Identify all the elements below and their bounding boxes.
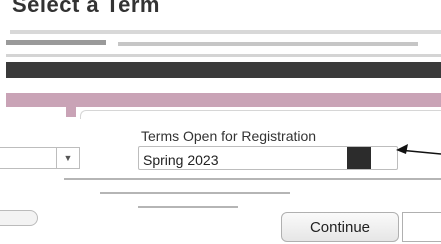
header-underline xyxy=(118,42,418,46)
header-divider xyxy=(10,30,441,34)
registration-page: Select a Term ▼ Terms Open for Registrat… xyxy=(0,0,441,244)
divider xyxy=(100,192,290,194)
secondary-select[interactable]: ▼ xyxy=(0,147,80,169)
continue-button[interactable]: Continue xyxy=(281,212,399,242)
section-banner xyxy=(6,93,441,107)
term-select-handle xyxy=(347,147,371,169)
divider xyxy=(64,178,441,180)
chevron-down-icon: ▼ xyxy=(56,148,79,168)
header-underline xyxy=(6,54,441,57)
navigation-bar xyxy=(6,62,441,78)
header-underline xyxy=(6,40,106,45)
selected-term: Spring 2023 xyxy=(143,152,219,168)
back-pill[interactable] xyxy=(0,210,38,226)
arrow-icon xyxy=(396,144,441,155)
terms-label: Terms Open for Registration xyxy=(141,128,317,144)
section-banner-tab xyxy=(66,107,76,117)
term-select[interactable]: Spring 2023 xyxy=(138,146,398,170)
adjacent-button[interactable] xyxy=(402,212,441,242)
form-panel xyxy=(80,110,441,119)
page-title: Select a Term xyxy=(12,0,160,17)
divider xyxy=(138,206,238,208)
